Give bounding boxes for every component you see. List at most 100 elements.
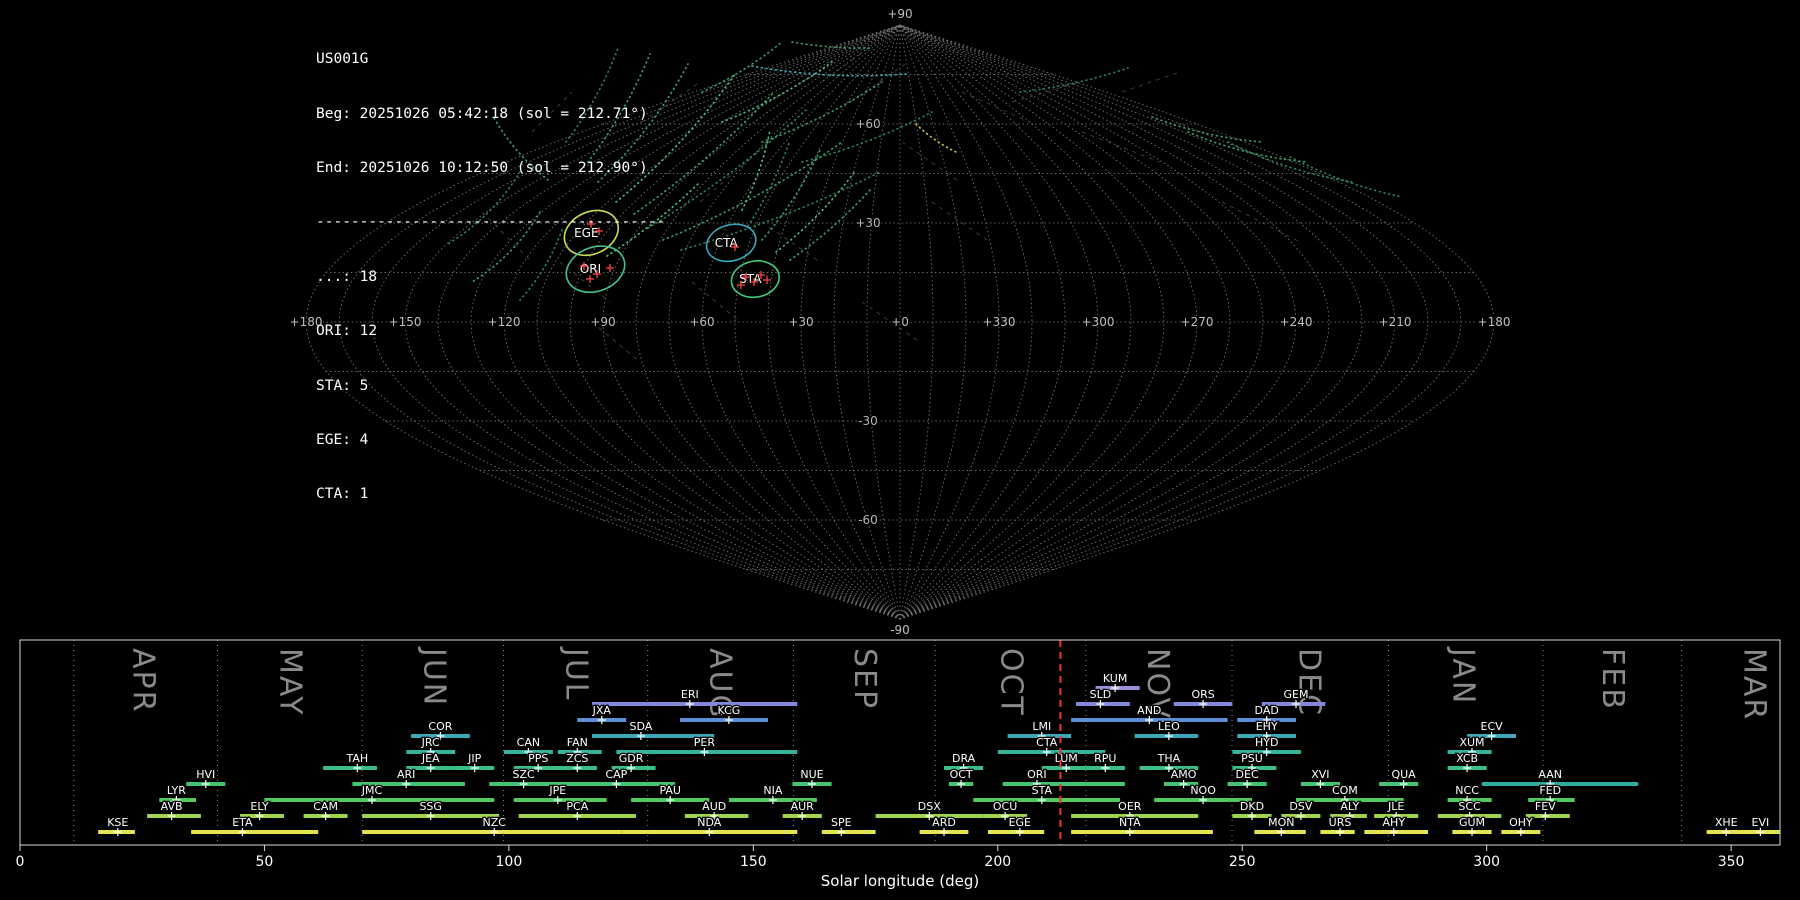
peak-marker-icon <box>1468 828 1476 836</box>
shower-label: AHY <box>1383 816 1406 829</box>
ra-label: +330 <box>983 315 1016 329</box>
month-label-may: MAY <box>272 648 307 716</box>
shower-label: MON <box>1268 816 1294 829</box>
sporadic-trail <box>1221 201 1301 243</box>
shower-label: FAN <box>567 736 588 749</box>
shower-activity-SPE: SPE <box>821 815 876 836</box>
shower-label: OHY <box>1509 816 1533 829</box>
shower-activity-MON: MON <box>1254 815 1306 836</box>
shower-label: JEA <box>421 752 440 765</box>
peak-marker-icon <box>808 780 816 788</box>
shower-label: NZC <box>482 816 506 829</box>
shower-label: HVI <box>196 768 215 781</box>
month-label-dec: DEC <box>1292 648 1327 717</box>
peak-marker-icon <box>612 780 621 788</box>
shower-activity-QUA: QUA <box>1379 767 1419 788</box>
shower-trail <box>647 109 807 229</box>
shower-label: FEV <box>1535 800 1556 813</box>
shower-label: OCT <box>950 768 973 781</box>
shower-activity-NTA: NTA <box>1071 815 1213 836</box>
peak-marker-icon <box>534 764 543 772</box>
shower-label: AUR <box>791 800 815 813</box>
count-sta: STA: 5 <box>316 377 369 394</box>
peak-marker-icon <box>573 812 582 820</box>
peak-marker-icon <box>1756 828 1765 836</box>
dec-label: +60 <box>855 117 880 131</box>
shower-activity-CTA: CTA <box>997 735 1106 756</box>
peak-marker-icon <box>798 812 807 820</box>
dec-label: -60 <box>858 513 878 527</box>
peak-marker-icon <box>1037 796 1046 804</box>
shower-label: SZC <box>512 768 535 781</box>
shower-activity-ERI: ERI <box>592 687 798 708</box>
shower-activity-SZC: SZC <box>489 767 558 788</box>
shower-label: NOO <box>1190 784 1216 797</box>
shower-activity-RPU: RPU <box>1085 751 1125 772</box>
x-tick-label: 350 <box>1718 854 1745 870</box>
shower-activity-OCT: OCT <box>948 767 974 788</box>
shower-trail <box>791 41 873 49</box>
shower-activity-ETA: ETA <box>191 815 319 836</box>
shower-activity-AUR: AUR <box>782 799 822 820</box>
peak-marker-icon <box>700 748 709 756</box>
shower-label: DSV <box>1289 800 1312 813</box>
shower-label: XHE <box>1715 816 1738 829</box>
peak-marker-icon <box>1179 780 1188 788</box>
sporadic-trail <box>1121 71 1181 93</box>
shower-label: LUM <box>1055 752 1078 765</box>
month-label-jun: JUN <box>417 646 452 707</box>
shower-label: GEM <box>1284 688 1309 701</box>
shower-activity-SSG: SSG <box>362 799 500 820</box>
shower-label: GDR <box>619 752 644 765</box>
shower-label: LMI <box>1032 720 1051 733</box>
shower-label: ORI <box>1027 768 1047 781</box>
shower-label: ELY <box>250 800 269 813</box>
peak-marker-icon <box>1062 764 1071 772</box>
peak-marker-icon <box>1487 732 1496 740</box>
shower-trail <box>1289 156 1403 198</box>
peak-marker-icon <box>490 828 499 836</box>
pole-label-south: -90 <box>890 623 910 637</box>
shower-label: RPU <box>1094 752 1116 765</box>
shower-activity-ZCS: ZCS <box>557 751 597 772</box>
peak-marker-icon <box>627 764 636 772</box>
peak-marker-icon <box>1722 828 1731 836</box>
ra-label: +240 <box>1280 315 1313 329</box>
ra-label: +0 <box>891 315 909 329</box>
shower-label: AAN <box>1538 768 1562 781</box>
peak-marker-icon <box>553 796 562 804</box>
peak-marker-icon <box>113 828 122 836</box>
shower-label: SPE <box>831 816 852 829</box>
peak-marker-icon <box>519 780 528 788</box>
shower-label: ZCS <box>566 752 588 765</box>
sporadic-trail <box>699 151 759 203</box>
sporadic-trail <box>901 141 961 183</box>
peak-marker-icon <box>666 796 675 804</box>
x-tick-label: 300 <box>1473 854 1500 870</box>
shower-activity-NZC: NZC <box>362 815 622 836</box>
shower-label: PER <box>694 736 716 749</box>
shower-activity-OHY: OHY <box>1501 815 1541 836</box>
shower-activity-JPE: JPE <box>513 783 607 804</box>
shower-label: ETA <box>232 816 253 829</box>
shower-label: STA <box>1032 784 1053 797</box>
shower-activity-KSE: KSE <box>98 815 135 836</box>
peak-marker-icon <box>1541 812 1550 820</box>
shower-activity-EGE: EGE <box>988 815 1045 836</box>
shower-activity-DEC: DEC <box>1227 767 1267 788</box>
peak-marker-icon <box>1389 828 1398 836</box>
peak-marker-icon <box>255 812 264 820</box>
shower-activity-NUE: NUE <box>792 767 832 788</box>
shower-activity-GUM: GUM <box>1452 815 1492 836</box>
ra-label: +270 <box>1181 315 1214 329</box>
count-cta: CTA: 1 <box>316 486 369 503</box>
shower-activity-PCA: PCA <box>518 799 636 820</box>
shower-activity-HVI: HVI <box>186 767 226 788</box>
peak-marker-icon <box>1042 748 1051 756</box>
peak-marker-icon <box>402 780 411 788</box>
shower-label: SSG <box>419 800 442 813</box>
ra-label: +60 <box>689 315 714 329</box>
shower-activity-COR: COR <box>411 719 470 740</box>
shower-label: NTA <box>1119 816 1141 829</box>
shower-activity-DKD: DKD <box>1232 799 1272 820</box>
